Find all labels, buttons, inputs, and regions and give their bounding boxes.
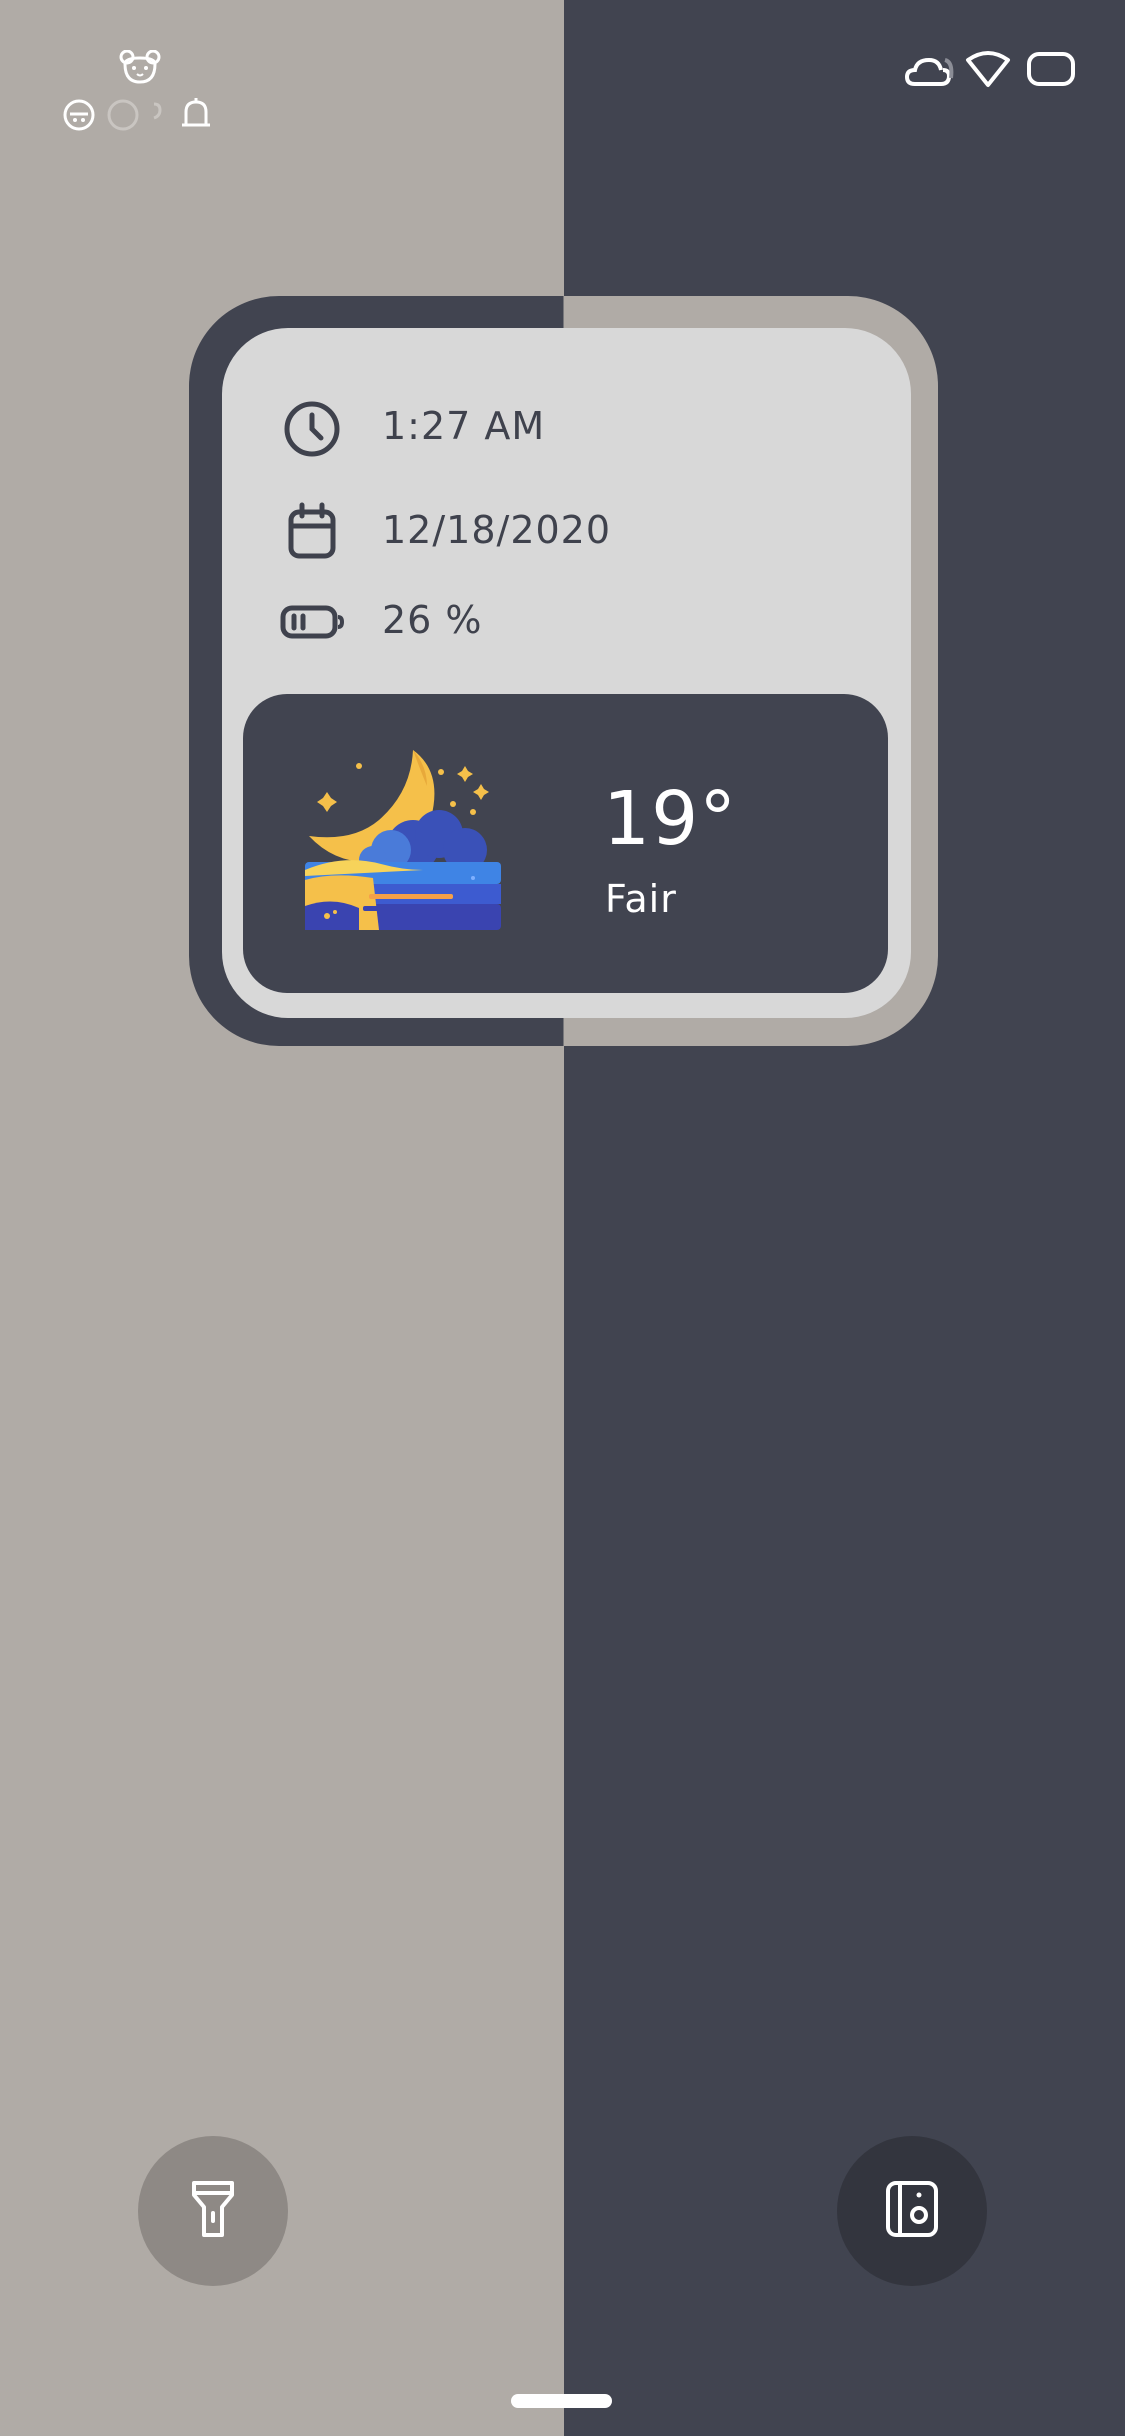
weather-card[interactable]: 19° Fair xyxy=(243,694,888,993)
notification-bell-icon xyxy=(180,96,212,132)
weather-condition-text: Fair xyxy=(605,877,677,921)
camera-icon xyxy=(882,2179,942,2243)
circle-icon xyxy=(106,98,140,132)
wifi-icon xyxy=(965,50,1011,88)
status-bar-left xyxy=(58,50,228,140)
camera-button[interactable] xyxy=(837,2136,987,2286)
calendar-icon xyxy=(277,496,347,566)
battery-low-icon xyxy=(277,586,347,656)
small-mark-icon xyxy=(150,98,164,132)
cloud-icon xyxy=(905,52,955,88)
battery-icon xyxy=(1027,52,1075,86)
time-text: 1:27 AM xyxy=(382,404,546,448)
temperature-text: 19° xyxy=(603,776,738,862)
status-bar-right xyxy=(905,50,1125,90)
battery-text: 26 % xyxy=(382,598,483,642)
time-row: 1:27 AM xyxy=(222,392,822,462)
flashlight-button[interactable] xyxy=(138,2136,288,2286)
date-row: 12/18/2020 xyxy=(222,496,822,566)
date-text: 12/18/2020 xyxy=(382,508,612,552)
battery-row: 26 % xyxy=(222,586,822,656)
flashlight-icon xyxy=(188,2179,238,2243)
clock-icon xyxy=(277,392,347,462)
face-circle-icon xyxy=(62,98,96,132)
bear-face-icon xyxy=(119,50,161,84)
moon-clouds-night-icon xyxy=(303,746,503,936)
home-indicator[interactable] xyxy=(511,2394,612,2408)
